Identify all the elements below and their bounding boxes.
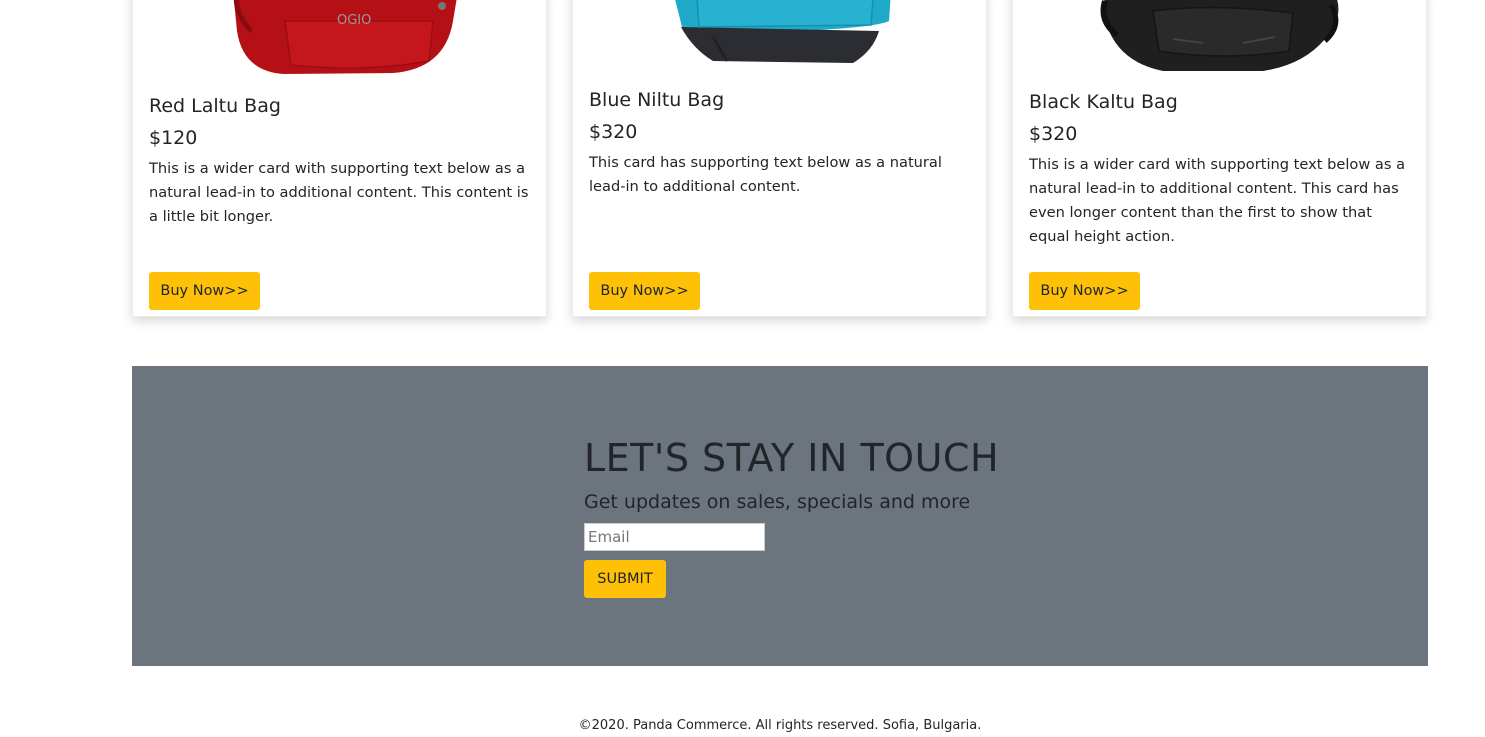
product-card: Black Kaltu Bag $320 This is a wider car… — [1012, 0, 1427, 317]
newsletter-section: LET'S STAY IN TOUCH Get updates on sales… — [132, 366, 1428, 666]
product-price: $120 — [149, 127, 198, 149]
product-card: Blue Niltu Bag $320 This card has suppor… — [572, 0, 987, 317]
buy-now-button[interactable]: Buy Now>> — [1029, 272, 1140, 310]
buy-now-button[interactable]: Buy Now>> — [149, 272, 260, 310]
product-title: Blue Niltu Bag — [589, 89, 725, 111]
product-price: $320 — [589, 121, 638, 143]
email-input[interactable] — [584, 523, 765, 551]
newsletter-title: LET'S STAY IN TOUCH — [584, 436, 1000, 480]
footer-text: ©2020. Panda Commerce. All rights reserv… — [578, 718, 982, 733]
black-bag-image[interactable] — [1013, 0, 1426, 81]
product-title: Black Kaltu Bag — [1029, 91, 1178, 113]
product-description: This is a wider card with supporting tex… — [1029, 156, 1406, 245]
blue-bag-image[interactable] — [573, 0, 986, 81]
product-card: OGIO Red Laltu Bag $120 This is a wider … — [132, 0, 547, 317]
product-description: This card has supporting text below as a… — [589, 154, 942, 195]
red-bag-image[interactable]: OGIO — [133, 0, 546, 81]
newsletter-subtitle: Get updates on sales, specials and more — [584, 491, 971, 513]
bag-logo: OGIO — [337, 13, 371, 28]
submit-button[interactable]: SUBMIT — [584, 560, 666, 598]
product-price: $320 — [1029, 123, 1078, 145]
product-title: Red Laltu Bag — [149, 95, 281, 117]
buy-now-button[interactable]: Buy Now>> — [589, 272, 700, 310]
product-description: This is a wider card with supporting tex… — [149, 160, 529, 225]
